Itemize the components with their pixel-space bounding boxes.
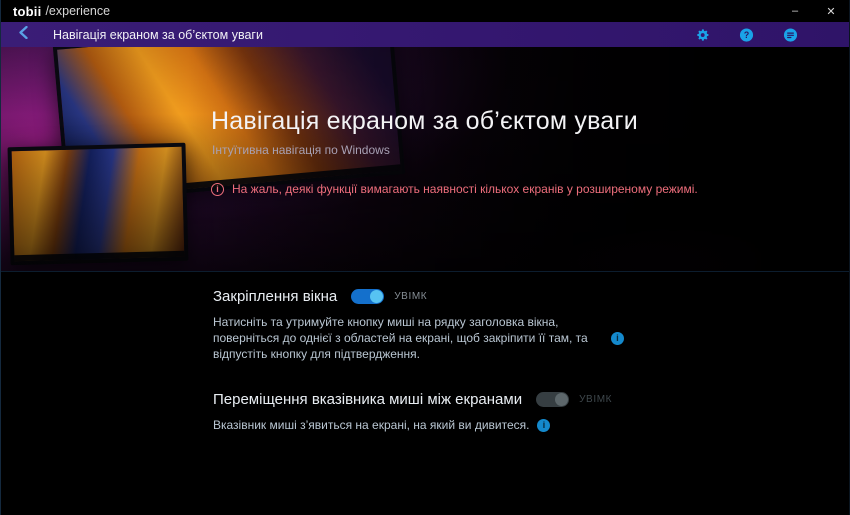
svg-text:?: ? xyxy=(744,30,749,40)
close-button[interactable]: ✕ xyxy=(813,0,849,22)
setting-description: Вказівник миші з’явиться на екрані, на я… xyxy=(213,418,529,434)
setting-row: Закріплення вікна УВІМК xyxy=(213,288,849,305)
info-icon[interactable]: i xyxy=(611,332,624,345)
tobii-logo: tobii xyxy=(13,4,41,19)
settings-content: Закріплення вікна УВІМК Натисніть та утр… xyxy=(1,272,849,434)
nav-icon-group: ? xyxy=(695,22,798,47)
setting-title: Закріплення вікна xyxy=(213,288,337,305)
hero-banner: Навігація екраном за об’єктом уваги Інту… xyxy=(1,47,849,272)
setting-row: Переміщення вказівника миші між екранами… xyxy=(213,391,849,408)
window-controls: – ✕ xyxy=(777,0,849,22)
nav-title: Навігація екраном за об’єктом уваги xyxy=(53,28,263,42)
help-icon[interactable]: ? xyxy=(739,27,754,42)
chevron-left-icon xyxy=(18,26,29,44)
app-name: /experience xyxy=(45,4,110,18)
page-title: Навігація екраном за об’єктом уваги xyxy=(211,107,698,136)
warning-info-icon: i xyxy=(211,183,224,196)
setting-description-row: Натисніть та утримуйте кнопку миші на ря… xyxy=(213,315,849,363)
app-window: tobii /experience – ✕ Навігація екраном … xyxy=(0,0,850,515)
setting-description-row: Вказівник миші з’явиться на екрані, на я… xyxy=(213,418,849,434)
toggle-knob xyxy=(555,393,568,406)
feedback-icon[interactable] xyxy=(783,27,798,42)
titlebar: tobii /experience – ✕ xyxy=(1,0,849,22)
gear-icon[interactable] xyxy=(695,27,710,42)
toggle-state-label: УВІМК xyxy=(394,291,427,302)
page-subtitle: Інтуїтивна навігація по Windows xyxy=(212,143,698,157)
mouse-warp-toggle xyxy=(536,392,569,407)
nav-bar: Навігація екраном за об’єктом уваги ? xyxy=(1,22,849,47)
minimize-button[interactable]: – xyxy=(777,0,813,22)
setting-section-window-snapping: Закріплення вікна УВІМК Натисніть та утр… xyxy=(213,288,849,363)
warning-text: На жаль, деякі функції вимагають наявнос… xyxy=(232,182,698,196)
setting-description: Натисніть та утримуйте кнопку миші на ря… xyxy=(213,315,603,363)
warning-row: i На жаль, деякі функції вимагають наявн… xyxy=(211,182,698,196)
info-icon[interactable]: i xyxy=(537,419,550,432)
toggle-knob xyxy=(370,290,383,303)
toggle-state-label: УВІМК xyxy=(579,394,612,405)
hero-content: Навігація екраном за об’єктом уваги Інту… xyxy=(211,107,698,196)
back-button[interactable] xyxy=(1,22,45,47)
setting-title: Переміщення вказівника миші між екранами xyxy=(213,391,522,408)
setting-section-mouse-warp: Переміщення вказівника миші між екранами… xyxy=(213,391,849,434)
window-snapping-toggle[interactable] xyxy=(351,289,384,304)
